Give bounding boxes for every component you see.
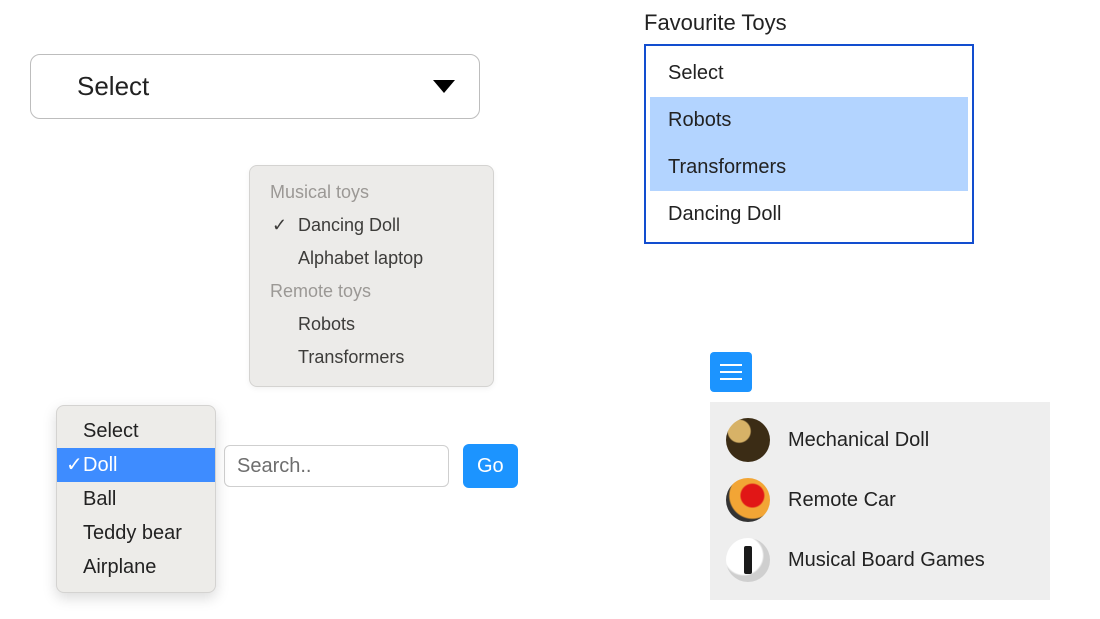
option-label: Transformers: [298, 347, 404, 367]
fav-option-robots[interactable]: Robots: [650, 97, 968, 144]
search-input[interactable]: [224, 445, 449, 487]
tile-label: Musical Board Games: [788, 549, 985, 572]
option-label: Select: [83, 420, 139, 442]
option-label: Dancing Doll: [668, 203, 781, 225]
hamburger-button[interactable]: [710, 352, 752, 392]
option-label: Ball: [83, 488, 116, 510]
option-label: Robots: [668, 109, 731, 131]
select-dropdown-popover: Select ✓ Doll Ball Teddy bear Airplane: [56, 405, 216, 593]
option-doll[interactable]: ✓ Doll: [57, 448, 215, 482]
tile-label: Remote Car: [788, 489, 896, 512]
tile-items: Mechanical Doll Remote Car Musical Board…: [710, 402, 1050, 600]
favourites-listbox[interactable]: Select Robots Transformers Dancing Doll: [644, 44, 974, 244]
option-transformers[interactable]: Transformers: [250, 341, 493, 374]
option-ball[interactable]: Ball: [57, 482, 215, 516]
chevron-down-icon: [433, 80, 455, 93]
tile-label: Mechanical Doll: [788, 429, 929, 452]
hamburger-icon: [720, 378, 742, 380]
option-label: Select: [668, 62, 724, 84]
tile-mechanical-doll[interactable]: Mechanical Doll: [710, 410, 1050, 470]
checkmark-icon: ✓: [272, 209, 287, 242]
search-row: Go: [224, 444, 518, 488]
group-label: Remote toys: [250, 275, 493, 308]
option-label: Teddy bear: [83, 522, 182, 544]
avatar-icon: [726, 538, 770, 582]
option-airplane[interactable]: Airplane: [57, 550, 215, 584]
option-label: Robots: [298, 314, 355, 334]
option-label: Alphabet laptop: [298, 248, 423, 268]
option-label: Doll: [83, 454, 117, 476]
avatar-icon: [726, 418, 770, 462]
checkmark-icon: ✓: [66, 448, 83, 482]
hamburger-icon: [720, 371, 742, 373]
group-label: Musical toys: [250, 176, 493, 209]
option-teddy-bear[interactable]: Teddy bear: [57, 516, 215, 550]
option-label: Dancing Doll: [298, 215, 400, 235]
go-button[interactable]: Go: [463, 444, 518, 488]
option-select[interactable]: Select: [57, 414, 215, 448]
fav-option-select[interactable]: Select: [650, 50, 968, 97]
option-alphabet-laptop[interactable]: Alphabet laptop: [250, 242, 493, 275]
favourites-label: Favourite Toys: [644, 10, 787, 36]
option-label: Transformers: [668, 156, 786, 178]
fav-option-transformers[interactable]: Transformers: [650, 144, 968, 191]
option-robots[interactable]: Robots: [250, 308, 493, 341]
hamburger-icon: [720, 364, 742, 366]
fav-option-dancing-doll[interactable]: Dancing Doll: [650, 191, 968, 238]
avatar-icon: [726, 478, 770, 522]
option-dancing-doll[interactable]: ✓ Dancing Doll: [250, 209, 493, 242]
tile-list: Mechanical Doll Remote Car Musical Board…: [710, 352, 1050, 600]
option-label: Airplane: [83, 556, 156, 578]
tile-musical-board-games[interactable]: Musical Board Games: [710, 530, 1050, 590]
simple-select-value: Select: [77, 71, 149, 102]
tile-remote-car[interactable]: Remote Car: [710, 470, 1050, 530]
grouped-dropdown-popover: Musical toys ✓ Dancing Doll Alphabet lap…: [249, 165, 494, 387]
simple-select[interactable]: Select: [30, 54, 480, 119]
